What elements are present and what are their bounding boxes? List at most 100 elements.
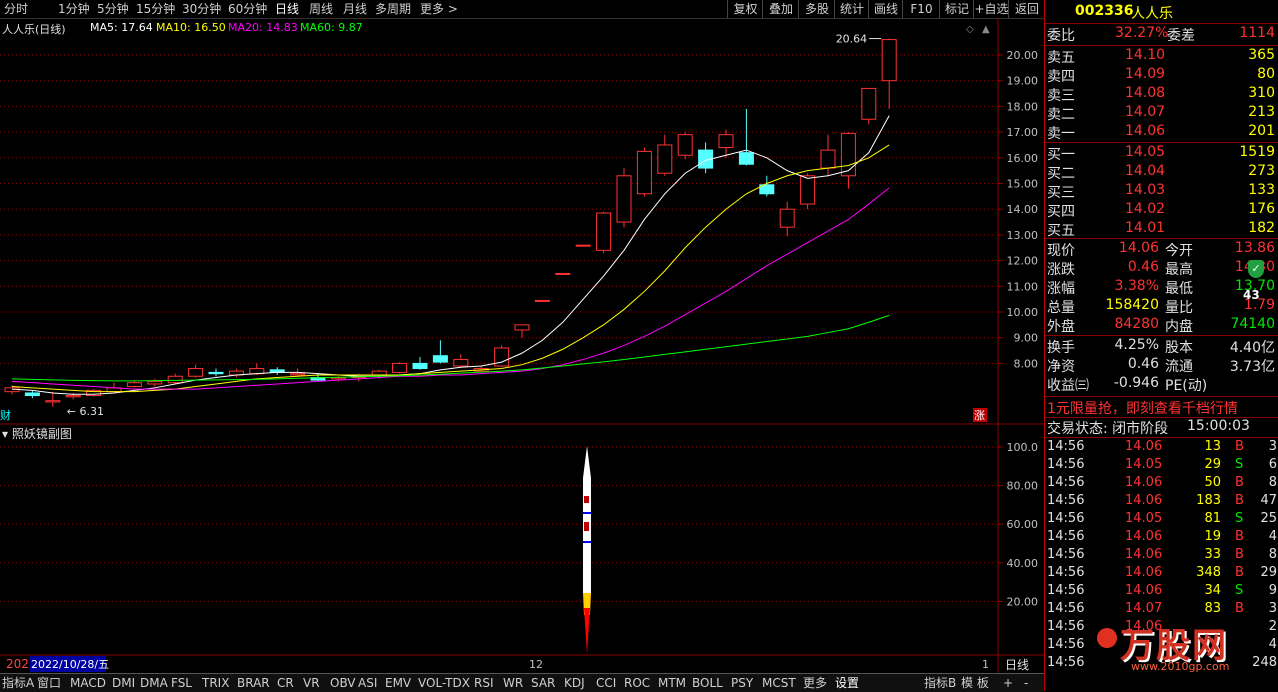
toolbar-button-4[interactable]: 画线 xyxy=(868,0,903,18)
tick-count: 9 xyxy=(1268,583,1277,598)
indicator-tab-15[interactable]: WR xyxy=(503,675,523,691)
indicator-tab-20[interactable]: MTM xyxy=(658,675,686,691)
period-tab-4[interactable]: 30分钟 xyxy=(182,1,221,17)
tick-count: 2 xyxy=(1268,619,1277,634)
candle xyxy=(779,201,795,237)
indicator-tab-8[interactable]: CR xyxy=(277,675,294,691)
period-tab-9[interactable]: 多周期 xyxy=(375,1,411,17)
tick-time: 14:56 xyxy=(1047,493,1085,508)
candle xyxy=(24,390,40,399)
tick-count: 3 xyxy=(1268,439,1277,454)
y-tick-label: 15.00 xyxy=(1007,178,1039,191)
indicator-tab-22[interactable]: PSY xyxy=(731,675,753,691)
period-tab-8[interactable]: 月线 xyxy=(343,1,367,17)
indicator-tab-14[interactable]: RSI xyxy=(474,675,494,691)
candle xyxy=(453,354,469,368)
bid-volume: 133 xyxy=(1248,182,1275,198)
indicator-tab-18[interactable]: CCI xyxy=(596,675,616,691)
period-tab-0[interactable]: 分时 xyxy=(4,1,28,17)
ma5-line xyxy=(11,115,890,395)
bid-label: 买五 xyxy=(1047,223,1075,239)
indicator-tab-11[interactable]: ASI xyxy=(358,675,377,691)
period-tab-7[interactable]: 周线 xyxy=(309,1,333,17)
period-tab-10[interactable]: 更多 > xyxy=(420,1,458,17)
indicator-tab-16[interactable]: SAR xyxy=(531,675,555,691)
trade-status-label: 交易状态: 闭市阶段 xyxy=(1047,421,1169,437)
period-tab-6[interactable]: 日线 xyxy=(275,1,299,17)
indicator-tab-25[interactable]: 设置 xyxy=(835,675,859,691)
ask-price: 14.07 xyxy=(1125,104,1166,120)
y-tick-label: 10.00 xyxy=(1007,306,1039,319)
stat-value: 13.86 xyxy=(1234,240,1275,256)
bid-volume: 1519 xyxy=(1239,144,1275,160)
stat-label: 最高 xyxy=(1165,262,1193,278)
tick-count: 47 xyxy=(1260,493,1277,508)
candle xyxy=(616,168,632,228)
stat-value: 4.25% xyxy=(1114,337,1159,353)
period-tab-2[interactable]: 5分钟 xyxy=(97,1,129,17)
indicator-tab-9[interactable]: VR xyxy=(303,675,320,691)
ad-banner[interactable]: 1元限量抢，即刻查看千档行情 xyxy=(1047,398,1277,417)
ma60-line xyxy=(11,314,890,382)
indicator-tab-17[interactable]: KDJ xyxy=(564,675,585,691)
indicator-tab-21[interactable]: BOLL xyxy=(692,675,723,691)
bottom-right-control-3[interactable]: - xyxy=(1024,675,1028,691)
indicator-tab-12[interactable]: EMV xyxy=(385,675,411,691)
bid-label: 买一 xyxy=(1047,147,1075,163)
toolbar-button-8[interactable]: 返回 xyxy=(1008,0,1045,18)
toolbar-button-5[interactable]: F10 xyxy=(902,0,940,18)
indicator-tab-24[interactable]: 更多 xyxy=(803,675,827,691)
indicator-tab-4[interactable]: DMA xyxy=(140,675,168,691)
bottom-right-control-0[interactable]: 指标B xyxy=(924,675,956,691)
ask-volume: 201 xyxy=(1248,123,1275,139)
float-badge-pct[interactable]: 43 xyxy=(1243,288,1260,302)
bid-volume: 273 xyxy=(1248,163,1275,179)
toolbar-button-1[interactable]: 叠加 xyxy=(762,0,799,18)
tick-side: S xyxy=(1235,457,1244,472)
indicator-tab-bar: 指标A 窗口 MACD DMI DMA FSL TRIX BRAR CR VR OBV ASI EMV V… xyxy=(0,673,1044,692)
bid-row: 买二 14.04 273 xyxy=(1047,163,1277,182)
indicator-tab-0[interactable]: 指标A xyxy=(2,675,34,691)
indicator-tab-10[interactable]: OBV xyxy=(330,675,356,691)
indicator-tab-13[interactable]: VOL-TDX xyxy=(418,675,470,691)
candle xyxy=(228,368,244,378)
tick-time: 14:56 xyxy=(1047,637,1085,652)
bottom-right-control-1[interactable]: 模 板 xyxy=(961,675,989,691)
toolbar-button-0[interactable]: 复权 xyxy=(727,0,763,18)
indicator-tab-5[interactable]: FSL xyxy=(171,675,192,691)
bid-label: 买三 xyxy=(1047,185,1075,201)
tick-count: 8 xyxy=(1268,475,1277,490)
toolbar-button-3[interactable]: 统计 xyxy=(834,0,869,18)
indicator-tab-1[interactable]: 窗口 xyxy=(37,675,61,691)
indicator-tab-7[interactable]: BRAR xyxy=(237,675,270,691)
tick-time: 14:56 xyxy=(1047,655,1085,670)
stat-label: 流通 xyxy=(1165,359,1193,375)
period-tab-1[interactable]: 1分钟 xyxy=(58,1,90,17)
toolbar-button-2[interactable]: 多股 xyxy=(798,0,835,18)
indicator-tab-2[interactable]: MACD xyxy=(70,675,106,691)
candle xyxy=(208,368,224,377)
toolbar-button-6[interactable]: 标记 xyxy=(939,0,974,18)
tick-price: 14.05 xyxy=(1125,457,1163,472)
stat-value: 4.40亿 xyxy=(1229,340,1275,356)
bottom-right-control-2[interactable]: + xyxy=(1003,675,1013,691)
tick-row: 14:56 14.06 34 S 9 xyxy=(1047,583,1278,601)
chart-title: 人人乐(日线) xyxy=(2,23,66,36)
indicator-tab-23[interactable]: MCST xyxy=(762,675,796,691)
y-tick-label: 14.00 xyxy=(1007,203,1039,216)
bid-label: 买四 xyxy=(1047,204,1075,220)
tick-row: 14:56 14.06 348 B 29 xyxy=(1047,565,1278,583)
candle xyxy=(86,389,102,397)
stat-value: 84280 xyxy=(1114,316,1159,332)
bid-volume: 176 xyxy=(1248,201,1275,217)
indicator-tab-6[interactable]: TRIX xyxy=(202,675,229,691)
tick-row: 14:56 14.06 19 B 4 xyxy=(1047,529,1278,547)
period-tab-5[interactable]: 60分钟 xyxy=(228,1,267,17)
indicator-tab-3[interactable]: DMI xyxy=(112,675,135,691)
quote-panel: 002336 人人乐 委比 32.27% 委差 1114 卖五 14.10 365 卖四 14.09… xyxy=(1044,0,1278,691)
indicator-tab-19[interactable]: ROC xyxy=(624,675,650,691)
period-tab-3[interactable]: 15分钟 xyxy=(136,1,175,17)
toolbar-button-7[interactable]: +自选 xyxy=(973,0,1009,18)
shield-icon[interactable]: ✓ xyxy=(1248,260,1264,278)
sub-y-tick-label: 100.0 xyxy=(1007,441,1039,454)
